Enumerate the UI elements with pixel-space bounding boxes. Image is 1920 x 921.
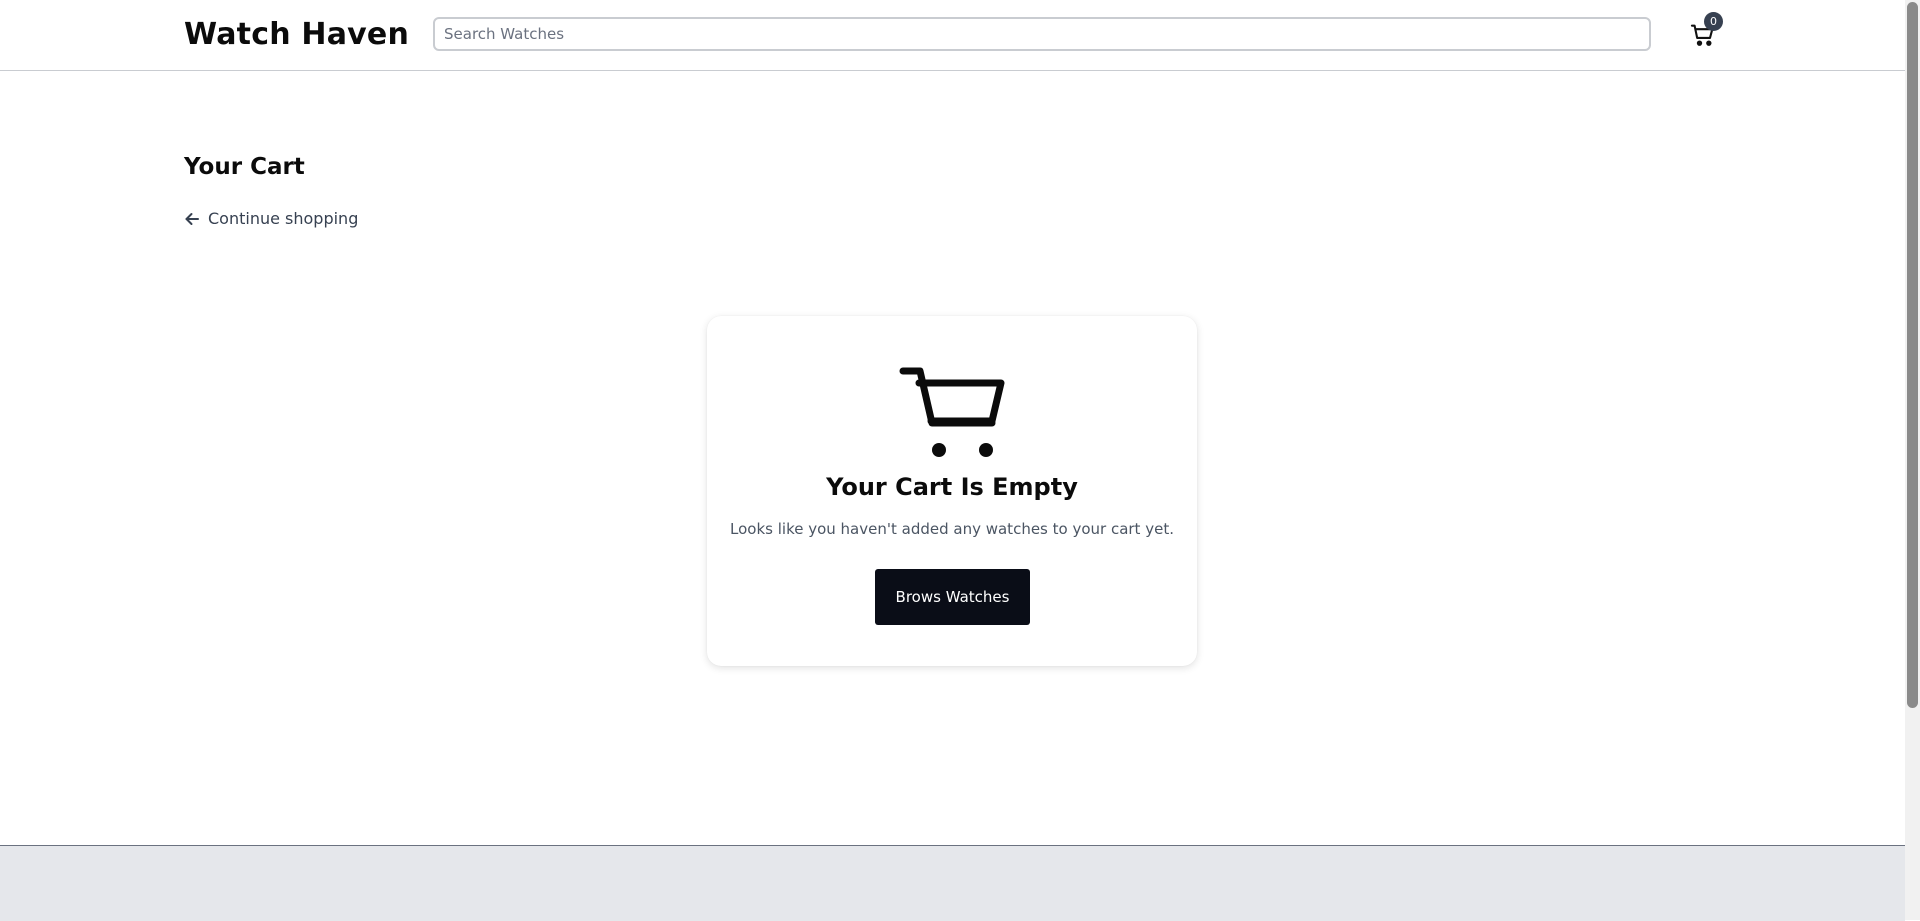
- search-input[interactable]: [433, 17, 1651, 51]
- scrollbar-thumb[interactable]: [1907, 2, 1918, 708]
- arrow-left-icon: [185, 212, 199, 225]
- empty-cart-title: Your Cart Is Empty: [826, 473, 1078, 501]
- empty-cart-card: Your Cart Is Empty Looks like you haven'…: [707, 316, 1197, 666]
- page-title: Your Cart: [184, 154, 305, 180]
- brand-logo[interactable]: Watch Haven: [184, 17, 409, 52]
- continue-shopping-label: Continue shopping: [208, 209, 359, 228]
- site-header: Watch Haven 0: [0, 0, 1905, 71]
- site-footer: [0, 845, 1905, 921]
- browse-watches-button[interactable]: Brows Watches: [875, 569, 1030, 625]
- cart-count-badge: 0: [1704, 12, 1723, 31]
- continue-shopping-link[interactable]: Continue shopping: [184, 209, 358, 228]
- cart-icon: [899, 367, 1005, 457]
- empty-cart-message: Looks like you haven't added any watches…: [730, 520, 1174, 538]
- vertical-scrollbar[interactable]: [1905, 0, 1920, 920]
